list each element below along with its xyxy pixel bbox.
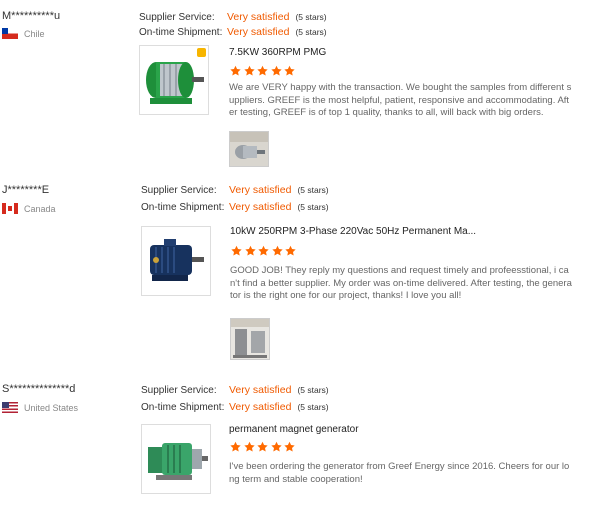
buyer-name: S**************d bbox=[2, 383, 76, 395]
shipment-label: On-time Shipment: bbox=[141, 402, 225, 413]
review-item: S**************d United States Supplier … bbox=[0, 0, 600, 519]
product-thumbnail[interactable] bbox=[141, 424, 211, 494]
supplier-service-stars: (5 stars) bbox=[297, 385, 329, 395]
star-icon bbox=[284, 441, 295, 452]
country-label: United States bbox=[24, 402, 79, 413]
generator-image bbox=[142, 425, 210, 493]
shipment-stars: (5 stars) bbox=[297, 402, 329, 412]
shipment-value: Very satisfied bbox=[229, 401, 292, 413]
star-icon bbox=[257, 441, 268, 452]
star-icon bbox=[243, 441, 255, 452]
shipment-rating: On-time Shipment: Very satisfied (5 star… bbox=[141, 401, 329, 413]
supplier-service-value: Very satisfied bbox=[229, 384, 292, 396]
supplier-service-label: Supplier Service: bbox=[141, 385, 217, 396]
star-icon bbox=[270, 441, 282, 452]
buyer-country: United States bbox=[2, 402, 78, 413]
review-text: I've been ordering the generator from Gr… bbox=[229, 461, 570, 485]
star-rating bbox=[229, 441, 297, 453]
us-flag-icon bbox=[2, 402, 18, 413]
supplier-service-rating: Supplier Service: Very satisfied (5 star… bbox=[141, 384, 329, 396]
product-title[interactable]: permanent magnet generator bbox=[229, 424, 359, 435]
star-icon bbox=[230, 441, 241, 452]
